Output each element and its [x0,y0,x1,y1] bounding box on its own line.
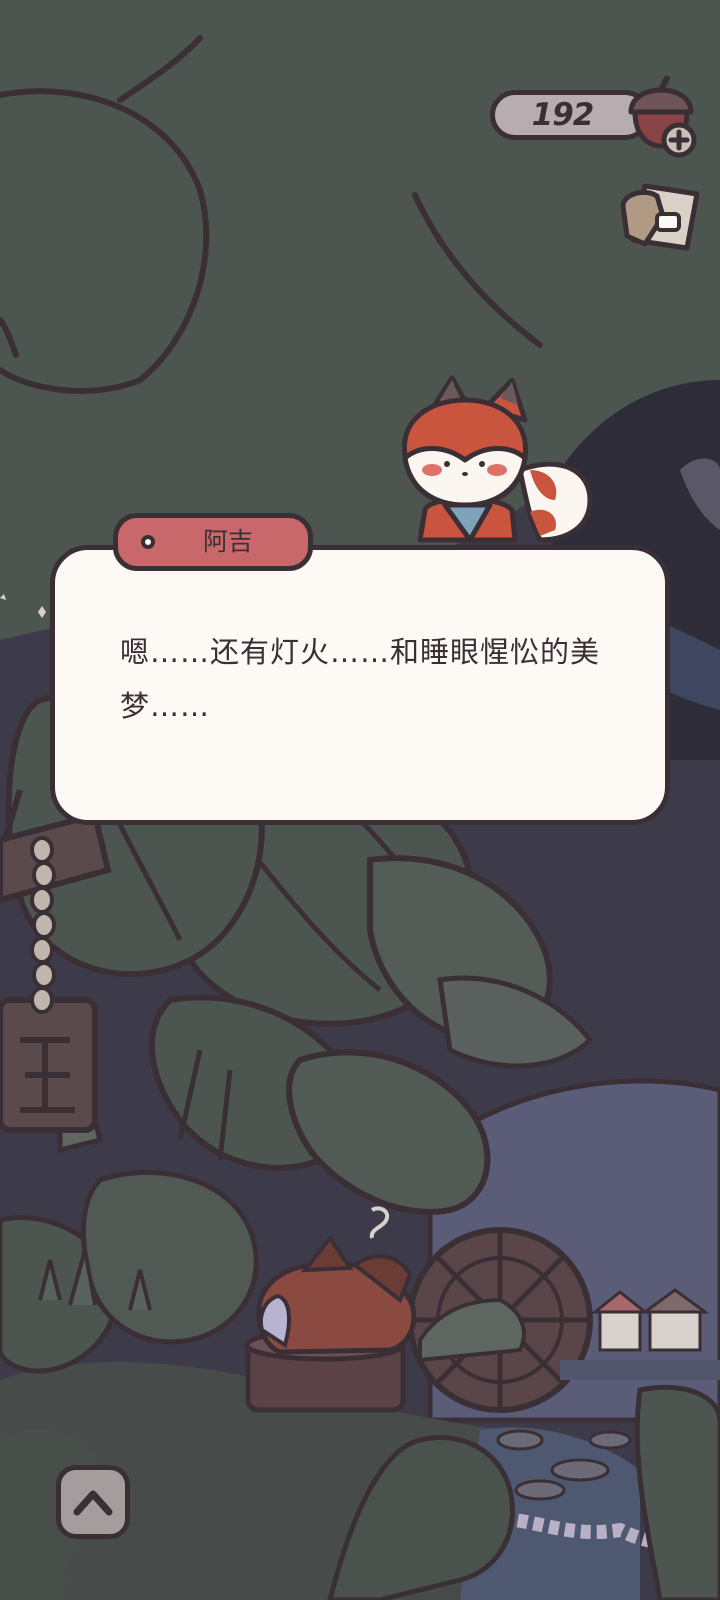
acorn-icon [628,76,697,158]
card-collection-icon[interactable] [615,176,705,266]
game-scene: 192 嗯……还有灯火……和睡眼惺忪的美梦…… 阿吉 [0,0,720,1600]
dialog-box[interactable]: 嗯……还有灯火……和睡眼惺忪的美梦…… [50,545,670,825]
expand-menu-button[interactable] [56,1465,130,1539]
speaker-name-tag: 阿吉 [113,513,313,571]
acorn-currency-counter[interactable]: 192 [490,76,697,158]
speaker-name: 阿吉 [202,527,253,556]
chevron-up-icon [73,1490,113,1516]
dialog-text: 嗯……还有灯火……和睡眼惺忪的美梦…… [120,635,601,723]
speaker-dot-icon [141,535,155,549]
currency-count: 192 [531,97,595,133]
